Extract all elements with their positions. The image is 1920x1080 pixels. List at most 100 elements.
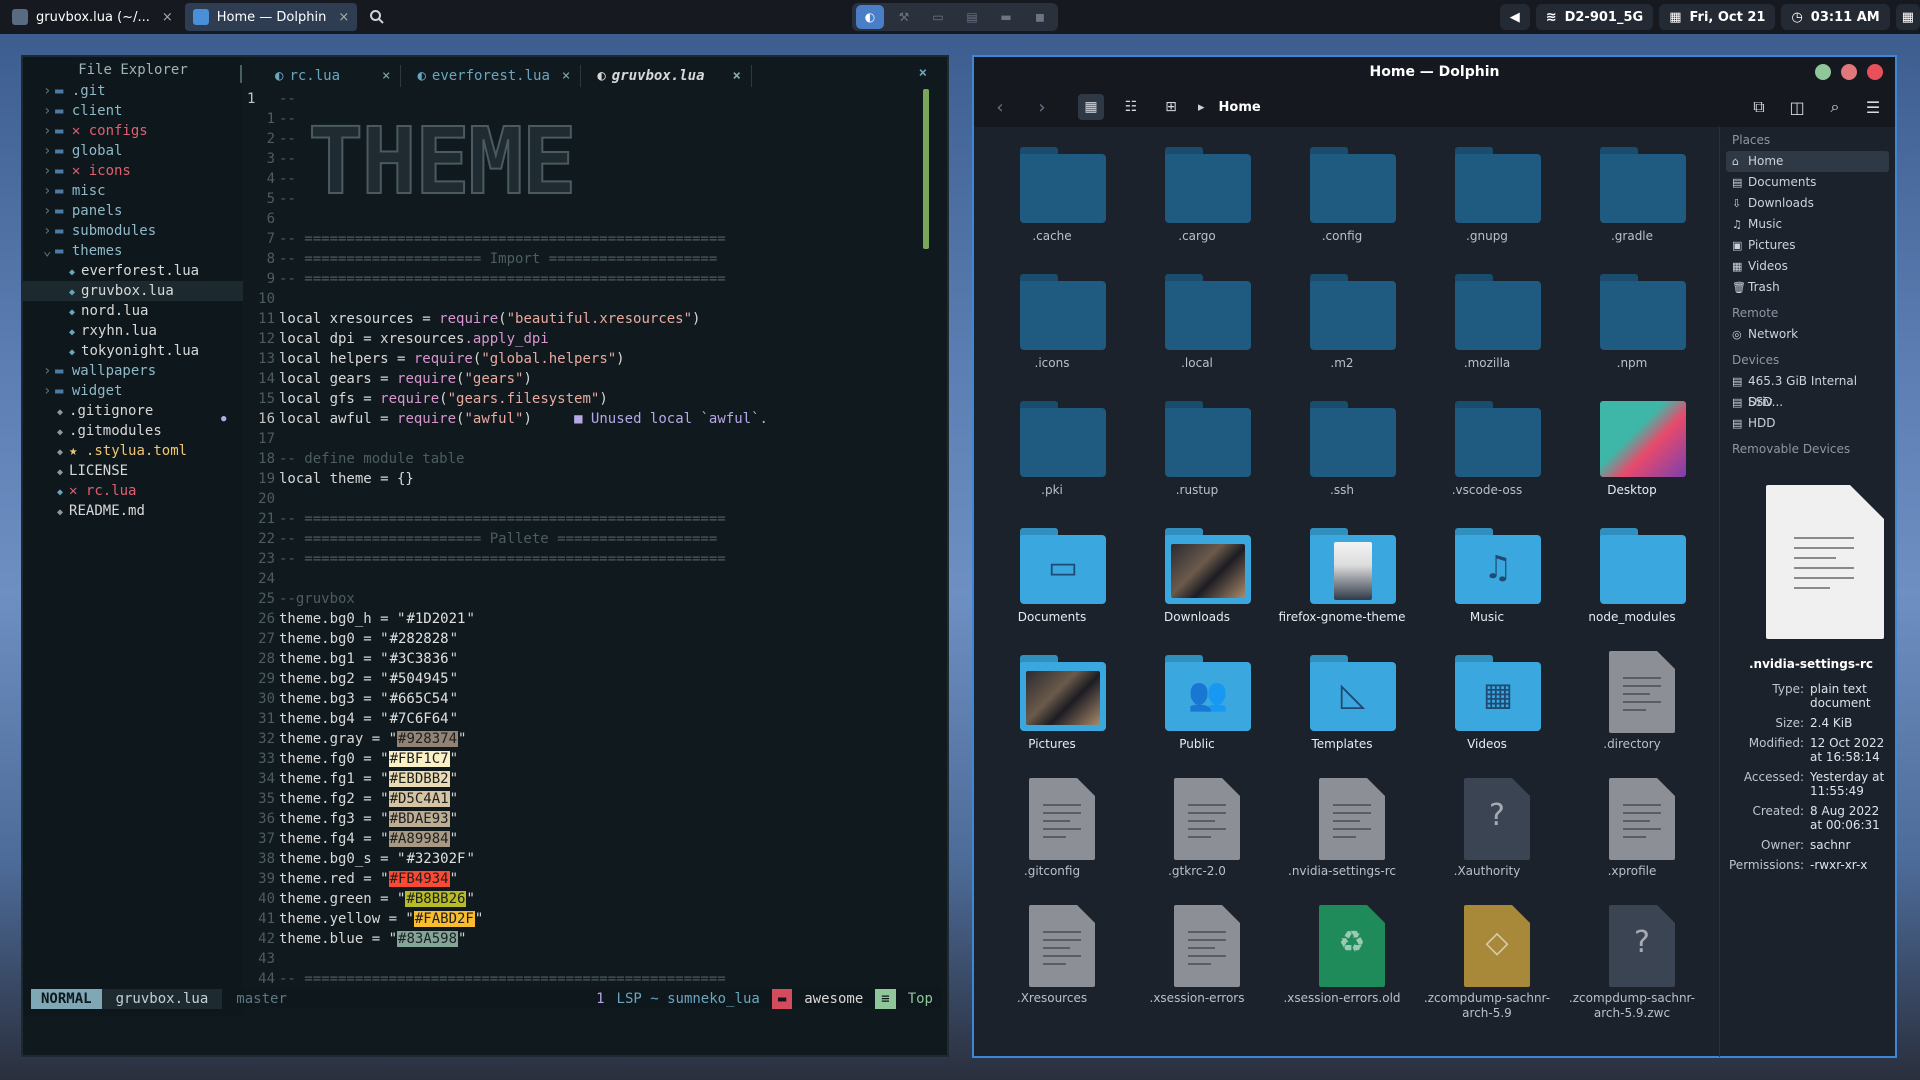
- tree-item[interactable]: › ▬ submodules: [23, 221, 243, 241]
- tree-item[interactable]: ◆ everforest.lua: [23, 261, 243, 281]
- file-item[interactable]: node_modules: [1562, 514, 1702, 641]
- file-item[interactable]: .gitconfig: [982, 768, 1122, 895]
- task-close-button[interactable]: ×: [338, 10, 349, 25]
- maximize-button[interactable]: [1841, 64, 1857, 80]
- back-button[interactable]: ‹: [986, 97, 1014, 118]
- icons-view-button[interactable]: ▦: [1078, 94, 1104, 120]
- tab-close-button[interactable]: ×: [733, 68, 741, 84]
- tree-item[interactable]: ◆ tokyonight.lua: [23, 341, 243, 361]
- file-item[interactable]: Desktop: [1562, 387, 1702, 514]
- tree-item[interactable]: ◆ README.md: [23, 501, 243, 521]
- tree-item[interactable]: ◆ ✕ rc.lua: [23, 481, 243, 501]
- date-indicator[interactable]: ▦ Fri, Oct 21: [1659, 4, 1776, 30]
- tab-everforest-lua[interactable]: ◐ everforest.lua ×: [401, 65, 582, 87]
- file-item[interactable]: .Xresources: [982, 895, 1122, 1022]
- file-item[interactable]: .vscode-oss: [1417, 387, 1557, 514]
- file-item[interactable]: .nvidia-settings-rc: [1272, 768, 1412, 895]
- tree-item[interactable]: › ▬ misc: [23, 181, 243, 201]
- details-view-button[interactable]: ⊞: [1158, 94, 1184, 120]
- workspace-3[interactable]: ▭: [924, 5, 952, 29]
- file-item[interactable]: ▦ Videos: [1417, 641, 1557, 768]
- tab-close-button[interactable]: ×: [382, 68, 390, 84]
- tab-gruvbox-lua[interactable]: ◐ gruvbox.lua ×: [581, 65, 752, 87]
- file-item[interactable]: Downloads: [1127, 514, 1267, 641]
- file-item[interactable]: 👥 Public: [1127, 641, 1267, 768]
- file-item[interactable]: ? .Xauthority: [1417, 768, 1557, 895]
- tree-item[interactable]: › ▬ panels: [23, 201, 243, 221]
- apps-button[interactable]: ▦: [1895, 4, 1920, 30]
- file-item[interactable]: .gtkrc-2.0: [1127, 768, 1267, 895]
- tree-item[interactable]: ◆ ★ .stylua.toml: [23, 441, 243, 461]
- clock-indicator[interactable]: ◷ 03:11 AM: [1781, 4, 1890, 30]
- file-item[interactable]: .icons: [982, 260, 1122, 387]
- file-item[interactable]: .directory: [1562, 641, 1702, 768]
- file-item[interactable]: .config: [1272, 133, 1412, 260]
- tree-item[interactable]: ◆ gruvbox.lua: [23, 281, 243, 301]
- tree-item[interactable]: › ▬ global: [23, 141, 243, 161]
- tree-item[interactable]: › ▬ .git: [23, 81, 243, 101]
- file-item[interactable]: .gradle: [1562, 133, 1702, 260]
- file-item[interactable]: .m2: [1272, 260, 1412, 387]
- file-item[interactable]: ♻ .xsession-errors.old: [1272, 895, 1412, 1022]
- compact-view-button[interactable]: ☷: [1118, 94, 1144, 120]
- search-button[interactable]: [361, 3, 393, 31]
- places-item[interactable]: 🗑 Trash: [1726, 277, 1889, 298]
- split-view-button[interactable]: ◫: [1785, 94, 1809, 120]
- places-item[interactable]: ▤ Documents: [1726, 172, 1889, 193]
- places-item[interactable]: ♫ Music: [1726, 214, 1889, 235]
- workspace-5[interactable]: ▬: [992, 5, 1020, 29]
- file-item[interactable]: ◇ .zcompdump-sachnr-arch-5.9: [1417, 895, 1557, 1022]
- places-item[interactable]: ⌂ Home: [1726, 151, 1889, 172]
- file-item[interactable]: .xsession-errors: [1127, 895, 1267, 1022]
- file-item[interactable]: .xprofile: [1562, 768, 1702, 895]
- workspace-6[interactable]: ◼: [1026, 5, 1054, 29]
- tree-item[interactable]: ⌄ ▬ themes: [23, 241, 243, 261]
- tree-item[interactable]: ◆ rxyhn.lua: [23, 321, 243, 341]
- tree-item[interactable]: › ▬ client: [23, 101, 243, 121]
- new-tab-button[interactable]: ⧉: [1747, 94, 1771, 120]
- places-item[interactable]: ▤ SSD: [1726, 392, 1889, 413]
- places-item[interactable]: ▤ HDD: [1726, 413, 1889, 434]
- file-item[interactable]: .pki: [982, 387, 1122, 514]
- back-pill[interactable]: ◀: [1499, 4, 1530, 30]
- file-item[interactable]: .cache: [982, 133, 1122, 260]
- places-item[interactable]: ▣ Pictures: [1726, 235, 1889, 256]
- search-button[interactable]: ⌕: [1823, 94, 1847, 120]
- tree-item[interactable]: ◆ .gitignore: [23, 401, 243, 421]
- tree-item[interactable]: › ▬ wallpapers: [23, 361, 243, 381]
- places-item[interactable]: ▤ 465.3 GiB Internal Driv...: [1726, 371, 1889, 409]
- scrollbar[interactable]: [923, 89, 929, 249]
- workspace-4[interactable]: ▤: [958, 5, 986, 29]
- places-item[interactable]: ⇩ Downloads: [1726, 193, 1889, 214]
- file-item[interactable]: .rustup: [1127, 387, 1267, 514]
- tree-item[interactable]: ◆ nord.lua: [23, 301, 243, 321]
- hamburger-menu-button[interactable]: ☰: [1861, 94, 1885, 120]
- file-item[interactable]: .cargo: [1127, 133, 1267, 260]
- close-all-button[interactable]: ×: [919, 65, 927, 81]
- file-item[interactable]: .ssh: [1272, 387, 1412, 514]
- network-indicator[interactable]: ≋ D2-901_5G: [1535, 4, 1654, 30]
- close-button[interactable]: [1867, 64, 1883, 80]
- file-item[interactable]: .mozilla: [1417, 260, 1557, 387]
- task-editor[interactable]: gruvbox.lua (~/... ×: [4, 3, 181, 31]
- breadcrumb[interactable]: Home: [1219, 100, 1261, 115]
- file-item[interactable]: .local: [1127, 260, 1267, 387]
- file-item[interactable]: ◺ Templates: [1272, 641, 1412, 768]
- file-item[interactable]: ▭ Documents: [982, 514, 1122, 641]
- task-close-button[interactable]: ×: [162, 10, 173, 25]
- forward-button[interactable]: ›: [1028, 97, 1056, 118]
- minimize-button[interactable]: [1815, 64, 1831, 80]
- workspace-1[interactable]: ◐: [856, 5, 884, 29]
- tab-rc-lua[interactable]: ◐ rc.lua ×: [259, 65, 402, 87]
- tree-item[interactable]: ◆ .gitmodules: [23, 421, 243, 441]
- file-item[interactable]: .npm: [1562, 260, 1702, 387]
- file-item[interactable]: .gnupg: [1417, 133, 1557, 260]
- tree-item[interactable]: › ▬ ✕ icons: [23, 161, 243, 181]
- places-item[interactable]: ◎ Network: [1726, 324, 1889, 345]
- tree-item[interactable]: › ▬ widget: [23, 381, 243, 401]
- file-item[interactable]: Pictures: [982, 641, 1122, 768]
- workspace-2[interactable]: ⚒: [890, 5, 918, 29]
- task-dolphin[interactable]: Home — Dolphin ×: [184, 3, 358, 31]
- tree-item[interactable]: ◆ LICENSE: [23, 461, 243, 481]
- tab-close-button[interactable]: ×: [562, 68, 570, 84]
